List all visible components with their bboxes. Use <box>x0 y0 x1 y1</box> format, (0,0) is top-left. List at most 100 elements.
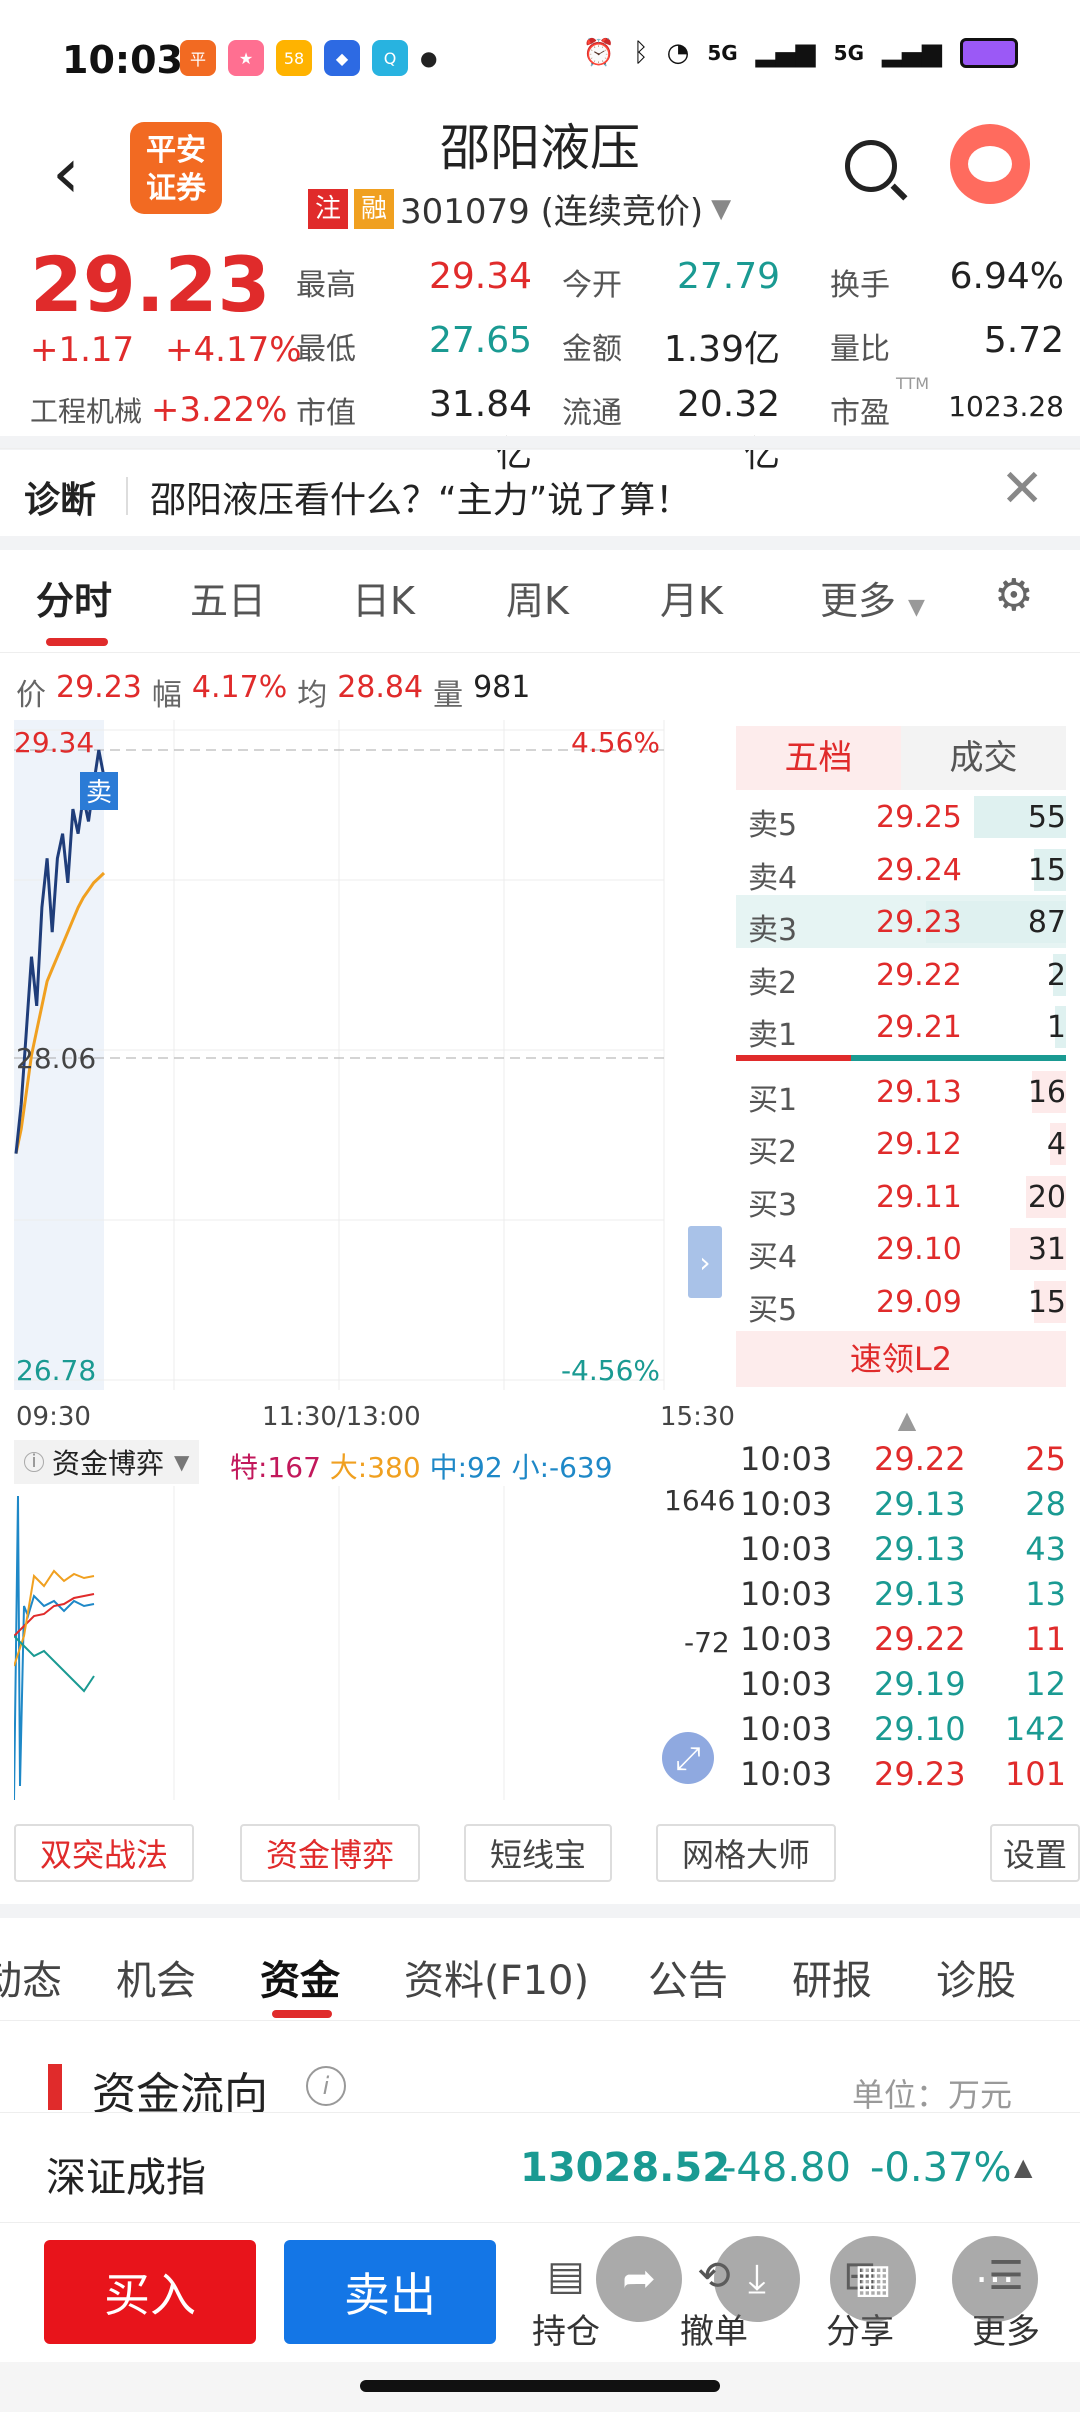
logo-line1: 平安 <box>146 133 206 168</box>
tick-time: 10:03 <box>740 1620 833 1658</box>
tab-announcements[interactable]: 公告 <box>648 1948 728 2006</box>
buy-button[interactable]: 买入 <box>44 2240 256 2344</box>
stock-name: 邵阳液压 <box>440 119 640 177</box>
fullscreen-icon[interactable]: ⤢ <box>662 1732 714 1784</box>
info-avg: 28.84 <box>337 670 424 705</box>
expand-up-icon[interactable]: ▲ <box>1014 2153 1032 2181</box>
fund-game-panel: i 资金博弈 ▼ 特:167 大:380 中:92 小:-639 1646 -7… <box>14 1440 735 1800</box>
tick-row: 10:03 29.10 142 <box>736 1706 1066 1751</box>
ask-level[interactable]: 卖2 29.22 2 <box>736 948 1066 1001</box>
index-ticker[interactable]: 深证成指 13028.52 -48.80 -0.37% ▲ <box>0 2112 1080 2222</box>
tab-research[interactable]: 研报 <box>792 1948 872 2006</box>
back-arrow-icon[interactable]: ‹ <box>52 138 80 208</box>
chip-short-line[interactable]: 短线宝 <box>464 1824 612 1882</box>
change-value: +1.17 <box>30 330 135 370</box>
ask-level[interactable]: 卖3 29.23 87 <box>736 895 1066 948</box>
status-bar: 10:03 平 ★ 58 ◆ Q ● ⏰ ᛒ ◔ 5G ▂▄▆ 5G ▂▄▆ <box>0 0 1080 120</box>
intraday-chart[interactable]: 29.34 28.06 26.78 4.56% -4.56% 卖 › <box>14 720 734 1390</box>
settings-gear-icon[interactable]: ⚙ <box>994 570 1033 621</box>
bid-price: 29.13 <box>876 1074 962 1110</box>
avatar-icon[interactable] <box>950 124 1030 204</box>
tab-5day[interactable]: 五日 <box>190 570 266 625</box>
bid-label: 买1 <box>748 1082 798 1118</box>
fund-game-selector[interactable]: i 资金博弈 ▼ <box>14 1440 200 1484</box>
grid-fab-icon[interactable]: ▦ <box>830 2236 916 2322</box>
tick-volume: 28 <box>1025 1485 1066 1523</box>
tick-time: 10:03 <box>740 1755 833 1793</box>
bid-levels: 买1 29.13 16 买2 29.12 4 买3 29.11 20 买4 29.10 31 买5 29.… <box>736 1065 1066 1328</box>
ask-label: 卖1 <box>748 1018 798 1053</box>
tick-volume: 142 <box>1004 1710 1066 1748</box>
menu-fab-icon[interactable]: ⋯ <box>952 2236 1038 2322</box>
tick-row: 10:03 29.22 25 <box>736 1436 1066 1481</box>
quote-value: 27.79 <box>676 256 780 297</box>
caret-down-icon: ▼ <box>174 1450 190 1474</box>
chart-info-line: 价 29.23 幅 4.17% 均 28.84 量 981 <box>16 670 530 714</box>
ask-level[interactable]: 卖1 29.21 1 <box>736 1000 1066 1053</box>
info-icon[interactable]: i <box>306 2066 346 2106</box>
share-arrow-fab-icon[interactable]: ➦ <box>596 2236 682 2322</box>
chip-fund-game[interactable]: 资金博弈 <box>240 1824 420 1882</box>
section-marker <box>48 2064 62 2110</box>
quote-value: 29.34 <box>428 256 532 297</box>
legend-small: 小:-639 <box>511 1451 613 1484</box>
tab-more[interactable]: 更多 ▼ <box>820 570 925 625</box>
app-browser-icon: Q <box>372 40 408 76</box>
bid-level[interactable]: 买5 29.09 15 <box>736 1275 1066 1328</box>
ask-levels: 卖5 29.25 55 卖4 29.24 15 卖3 29.23 87 卖2 29.22 2 卖1 29.… <box>736 790 1066 1053</box>
bid-level[interactable]: 买1 29.13 16 <box>736 1065 1066 1118</box>
chip-grid-master[interactable]: 网格大师 <box>656 1824 836 1882</box>
active-info-tab-indicator <box>272 2010 332 2018</box>
tick-row: 10:03 29.19 12 <box>736 1661 1066 1706</box>
tick-price: 29.10 <box>874 1710 966 1748</box>
quote-label: 今开 <box>562 268 622 303</box>
tab-profile-f10[interactable]: 资料(F10) <box>404 1948 589 2006</box>
search-icon[interactable] <box>845 140 897 192</box>
tick-row: 10:03 29.22 11 <box>736 1616 1066 1661</box>
quote-label: 市值 <box>296 396 356 431</box>
logo-line2: 证券 <box>146 171 206 206</box>
tab-monthly-k[interactable]: 月K <box>660 570 723 625</box>
tab-dynamics[interactable]: 动态 <box>0 1948 62 2006</box>
ask-level[interactable]: 卖4 29.24 15 <box>736 843 1066 896</box>
legend-super: 特:167 <box>230 1451 321 1484</box>
tag-zhu: 注 <box>308 188 348 229</box>
tab-opportunity[interactable]: 机会 <box>116 1948 196 2006</box>
chevron-right-icon: › <box>699 1246 710 1279</box>
tab-weekly-k[interactable]: 周K <box>506 570 569 625</box>
diagnosis-banner[interactable]: 诊断 邵阳液压看什么？“主力”说了算！ ✕ <box>0 448 1080 540</box>
signal-2-icon: ▂▄▆ <box>882 38 942 68</box>
sector-change[interactable]: 工程机械 +3.22% <box>30 390 287 430</box>
bid-price: 29.11 <box>876 1179 962 1215</box>
sector-name: 工程机械 <box>30 395 143 428</box>
chip-settings[interactable]: 设置 <box>990 1824 1080 1882</box>
stock-code-selector[interactable]: 注 融 301079 (连续竞价) ▼ <box>308 184 731 233</box>
close-icon[interactable]: ✕ <box>1000 459 1044 519</box>
tab-diagnose[interactable]: 诊股 <box>936 1948 1016 2006</box>
index-pct: -0.37% <box>870 2145 1012 2191</box>
sell-button[interactable]: 卖出 <box>284 2240 496 2344</box>
trade-ticks: 10:03 29.22 25 10:03 29.13 28 10:03 29.13 43 10:0… <box>736 1436 1066 1796</box>
info-price-label: 价 <box>16 678 46 713</box>
tab-funds[interactable]: 资金 <box>260 1948 340 2006</box>
series-small <box>14 1635 95 1693</box>
tick-time: 10:03 <box>740 1530 833 1568</box>
bid-level[interactable]: 买3 29.11 20 <box>736 1170 1066 1223</box>
bid-level[interactable]: 买4 29.10 31 <box>736 1222 1066 1275</box>
tab-daily-k[interactable]: 日K <box>352 570 415 625</box>
tab-trades[interactable]: 成交 <box>901 726 1066 790</box>
ask-price: 29.23 <box>876 905 962 940</box>
ask-level[interactable]: 卖5 29.25 55 <box>736 790 1066 843</box>
x-label-mid: 11:30/13:00 <box>262 1402 421 1432</box>
chip-double-break[interactable]: 双突战法 <box>14 1824 194 1882</box>
tab-intraday[interactable]: 分时 <box>36 570 112 625</box>
level2-button[interactable]: 速领L2 <box>736 1331 1066 1387</box>
ask-volume: 2 <box>1046 957 1066 993</box>
tab-five-levels[interactable]: 五档 <box>736 726 901 790</box>
scroll-up-icon[interactable]: ▲ <box>734 1406 1080 1438</box>
bid-level[interactable]: 买2 29.12 4 <box>736 1117 1066 1170</box>
tick-time: 10:03 <box>740 1665 833 1703</box>
home-indicator[interactable] <box>360 2380 720 2392</box>
download-fab-icon[interactable]: ⤓ <box>714 2236 800 2322</box>
ask-volume: 15 <box>1027 852 1066 888</box>
